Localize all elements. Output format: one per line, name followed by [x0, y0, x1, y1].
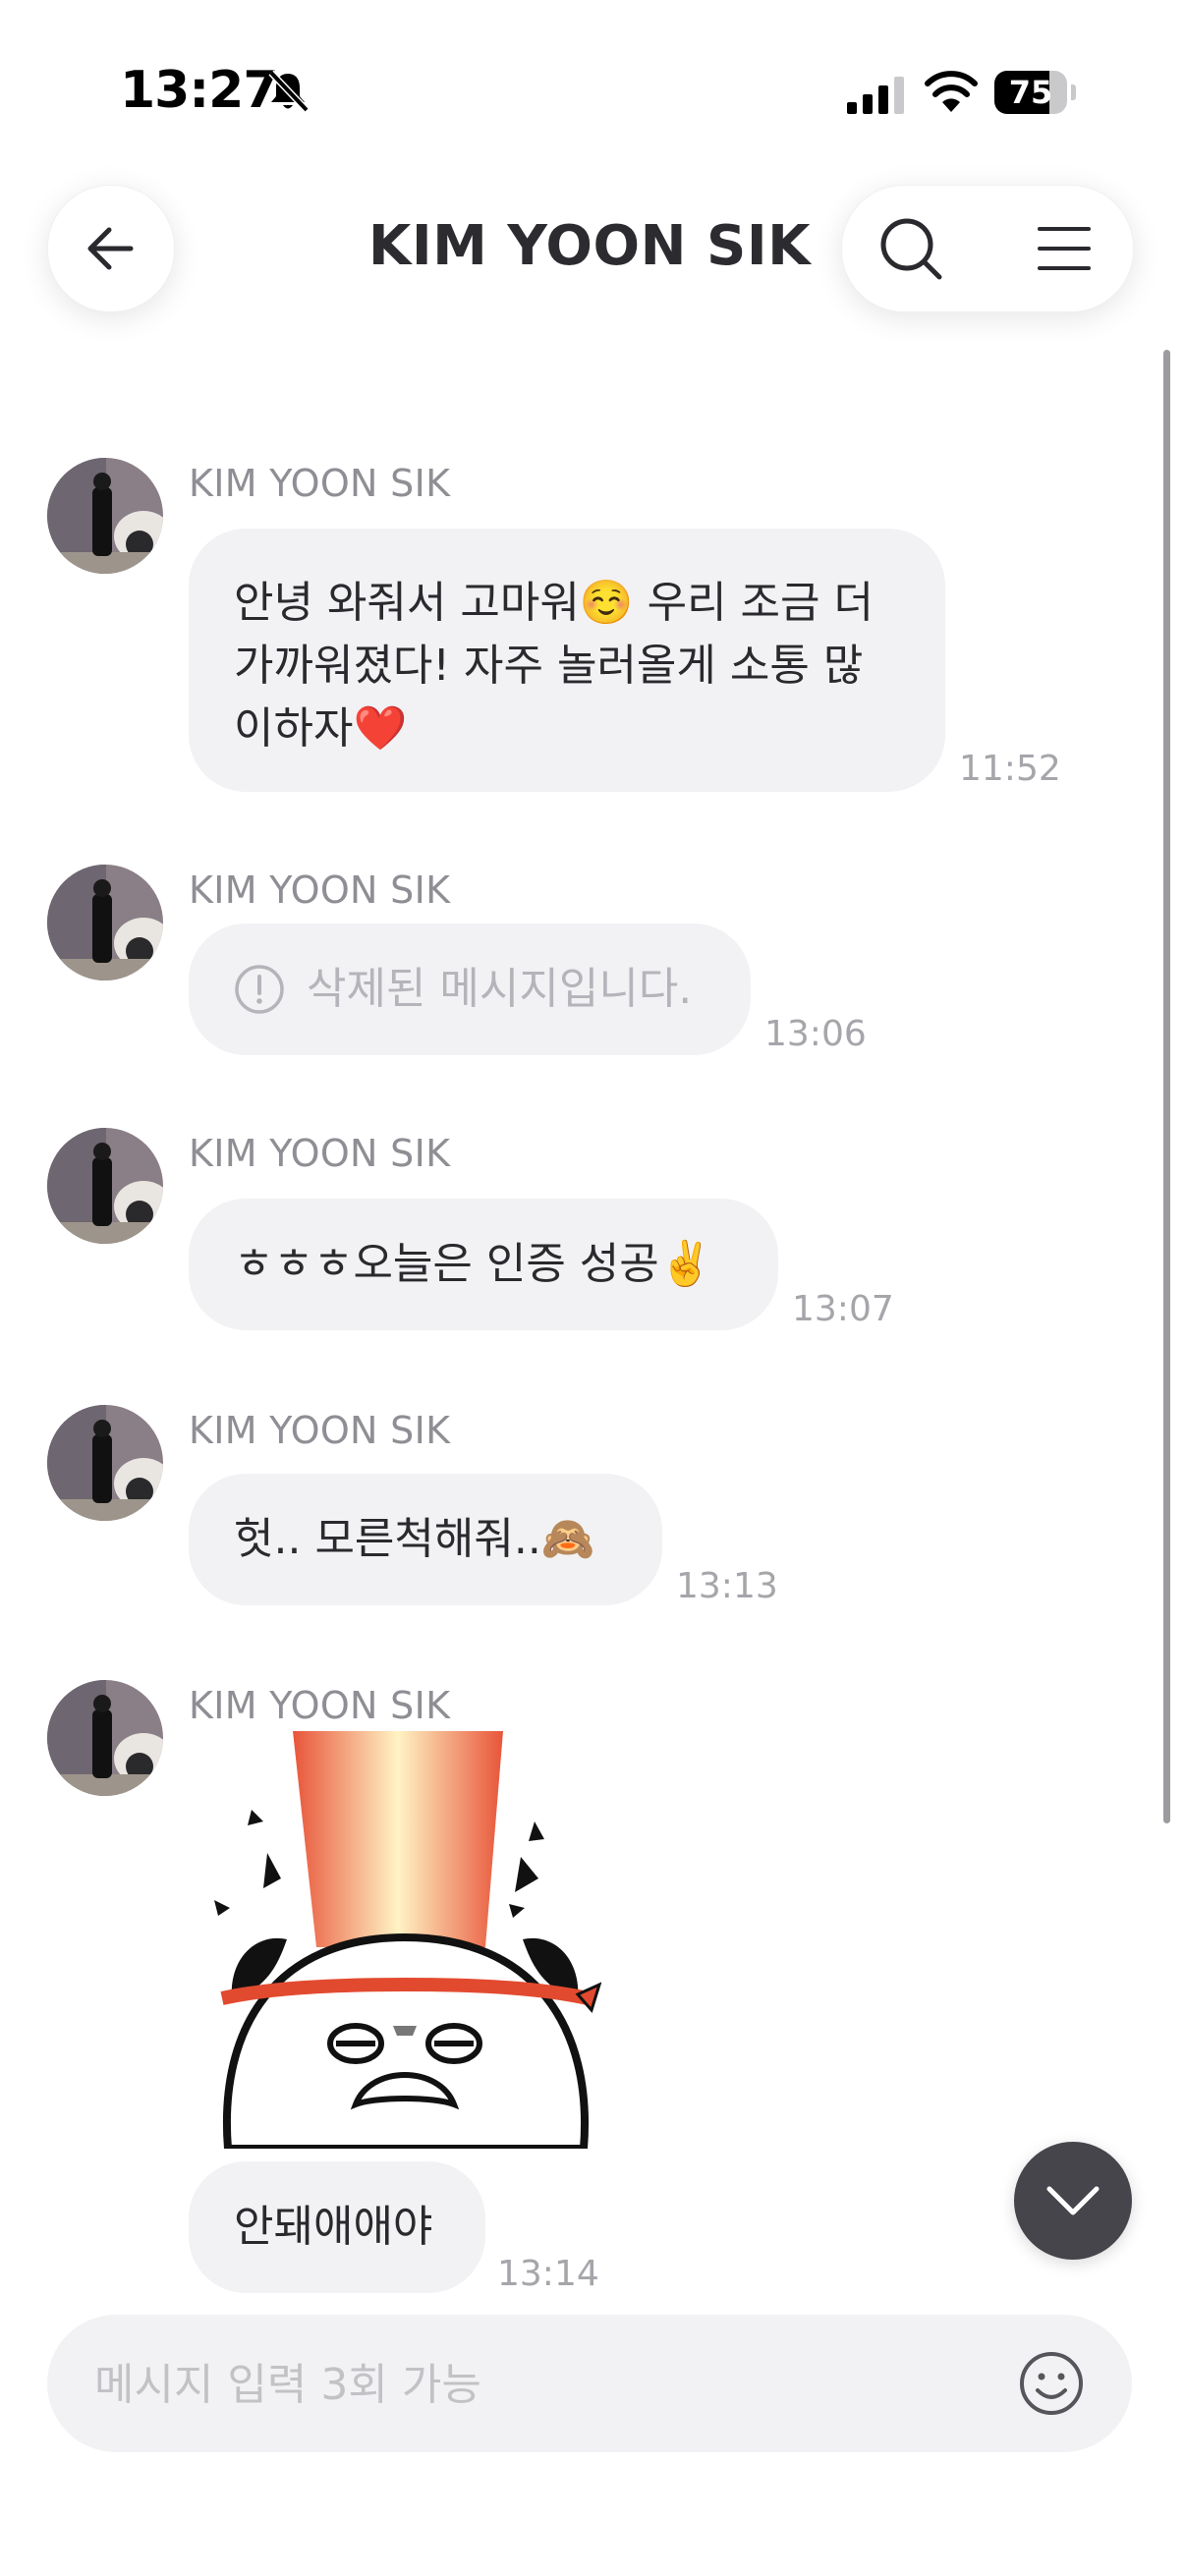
- sticker-image[interactable]: [208, 1731, 601, 2149]
- message-line: 이하자❤️: [234, 703, 408, 754]
- deleted-message-bubble[interactable]: 삭제된 메시지입니다.: [189, 924, 751, 1055]
- message-bubble[interactable]: 헛.. 모른척해줘..🙈: [189, 1474, 662, 1605]
- deleted-message-text: 삭제된 메시지입니다.: [307, 964, 693, 1014]
- sender-name: KIM YOON SIK: [189, 1409, 451, 1452]
- message-input-bar: [47, 2315, 1132, 2452]
- avatar[interactable]: [47, 1405, 163, 1521]
- message-bubble[interactable]: 안돼애애야: [189, 2161, 485, 2293]
- message-bubble[interactable]: ㅎㅎㅎ오늘은 인증 성공✌️: [189, 1199, 778, 1330]
- message-input[interactable]: [92, 2344, 981, 2425]
- message-bubble[interactable]: 안녕 와줘서 고마워☺️ 우리 조금 더 가까워졌다! 자주 놀러올게 소통 많…: [189, 529, 945, 792]
- sender-name: KIM YOON SIK: [189, 868, 451, 912]
- timestamp: 11:52: [959, 749, 1061, 789]
- message-line: 안녕 와줘서 고마워☺️ 우리 조금 더: [234, 578, 874, 628]
- scroll-to-bottom-button[interactable]: [1014, 2142, 1132, 2260]
- message-line: 가까워졌다! 자주 놀러올게 소통 많: [234, 641, 864, 691]
- sender-name: KIM YOON SIK: [189, 1132, 451, 1175]
- sender-name: KIM YOON SIK: [189, 462, 451, 505]
- emoji-button[interactable]: [1016, 2348, 1087, 2419]
- avatar[interactable]: [47, 1128, 163, 1244]
- alert-circle-icon: [235, 965, 284, 1014]
- avatar[interactable]: [47, 865, 163, 980]
- smiley-icon: [1020, 2352, 1083, 2415]
- avatar[interactable]: [47, 1680, 163, 1796]
- message-text: 헛.. 모른척해줘..🙈: [234, 1514, 595, 1564]
- timestamp: 13:06: [764, 1014, 867, 1054]
- timestamp: 13:14: [497, 2254, 599, 2294]
- sender-name: KIM YOON SIK: [189, 1684, 451, 1727]
- timestamp: 13:13: [676, 1566, 778, 1606]
- message-text: ㅎㅎㅎ오늘은 인증 성공✌️: [234, 1239, 713, 1289]
- message-text: 안돼애애야: [234, 2202, 433, 2252]
- timestamp: 13:07: [792, 1289, 894, 1329]
- chevron-down-icon: [1046, 2186, 1100, 2215]
- avatar[interactable]: [47, 458, 163, 574]
- message-list: KIM YOON SIK 안녕 와줘서 고마워☺️ 우리 조금 더 가까워졌다!…: [0, 0, 1185, 2576]
